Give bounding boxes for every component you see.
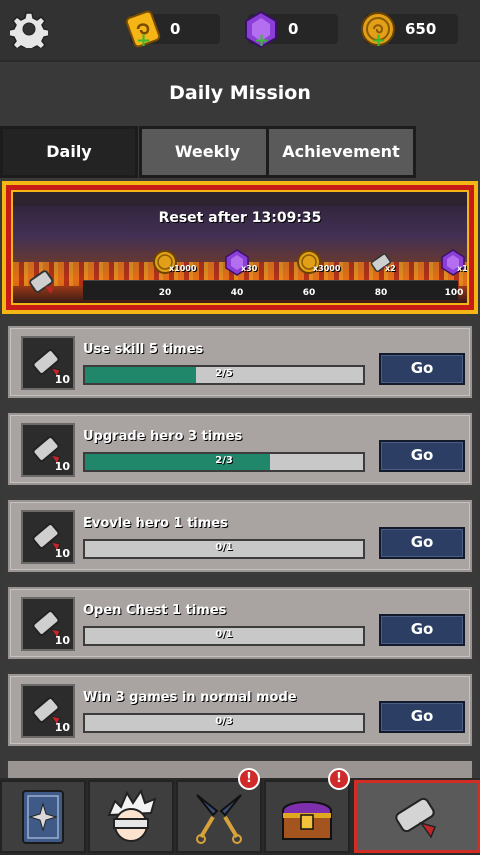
milestone-chest[interactable]: x100 (439, 248, 467, 276)
mission-reward-count: 10 (54, 721, 70, 734)
mission-card-body: 10 Evovle hero 1 times 0/1 Go (10, 502, 470, 570)
go-button[interactable]: Go (379, 527, 465, 559)
milestone-chest[interactable]: x30 (223, 248, 257, 276)
nav-hero[interactable] (88, 780, 174, 853)
scroll-ticket-icon: + (122, 8, 164, 50)
banner-strip (13, 192, 467, 206)
milestone-threshold: 40 (230, 288, 244, 298)
mission-progress-bar: 0/1 (83, 626, 365, 646)
mission-card: 10 Open Chest 1 times 0/1 Go (5, 584, 475, 662)
mission-label: Upgrade hero 3 times (83, 429, 243, 444)
gem-counter[interactable]: + 0 (245, 10, 338, 50)
mission-progress-text: 0/1 (215, 542, 233, 553)
gold-coin-icon: + (357, 8, 399, 50)
mission-card-body: 10 Use skill 5 times 2/5 Go (10, 328, 470, 396)
scroll-icon (395, 797, 437, 839)
page-title: Daily Mission (169, 82, 311, 104)
milestone-threshold: 100 (444, 288, 464, 298)
mission-progress-bar: 0/1 (83, 539, 365, 559)
gold-value: 650 (405, 20, 437, 38)
mission-reward-count: 10 (54, 547, 70, 560)
mission-label: Open Chest 1 times (83, 603, 227, 618)
gem-value: 0 (288, 20, 299, 38)
tab-achievement[interactable]: Achievement (266, 126, 416, 178)
mission-card: 10 Use skill 5 times 2/5 Go (5, 323, 475, 401)
treasure-chest-icon (282, 800, 332, 840)
top-bar: + 0 + 0 + 650 (0, 0, 480, 60)
mission-reward-box: 10 (21, 336, 75, 390)
mission-reward-box: 10 (21, 684, 75, 738)
go-button[interactable]: Go (379, 440, 465, 472)
milestone-reward-amount: x3000 (313, 264, 341, 273)
milestone-reward-amount: x30 (241, 264, 258, 273)
mission-label: Use skill 5 times (83, 342, 204, 357)
go-button[interactable]: Go (379, 614, 465, 646)
mission-reward-box: 10 (21, 510, 75, 564)
milestone-reward-amount: x100 (457, 264, 468, 273)
mission-card-body: 10 Open Chest 1 times 0/1 Go (10, 589, 470, 657)
mission-card: 10 Upgrade hero 3 times 2/3 Go (5, 410, 475, 488)
milestone-chest[interactable]: x3000 (295, 248, 340, 276)
milestone-threshold: 20 (158, 288, 172, 298)
mission-reward-box: 10 (21, 597, 75, 651)
add-plus-icon[interactable]: + (136, 32, 151, 50)
scroll-ticket-counter[interactable]: + 0 (125, 10, 220, 50)
milestone-threshold: 80 (374, 288, 388, 298)
milestone-reward-amount: x2 (385, 264, 396, 273)
mission-card: 10 Win 3 games in normal mode 0/3 Go (5, 671, 475, 749)
add-plus-icon[interactable]: + (371, 32, 386, 50)
mission-progress-bar: 0/3 (83, 713, 365, 733)
settings-gear-icon[interactable] (8, 10, 50, 54)
mission-reward-count: 10 (54, 373, 70, 386)
kunai-icon (196, 793, 242, 844)
milestone-chest[interactable]: x1000 (151, 248, 196, 276)
mission-label: Evovle hero 1 times (83, 516, 228, 531)
mission-reward-count: 10 (54, 634, 70, 647)
milestone-threshold: 60 (302, 288, 316, 298)
banner-background: Reset after 13:09:35 x1000 x30 x3000 x2 … (11, 190, 469, 305)
mission-card: 10 Evovle hero 1 times 0/1 Go (5, 497, 475, 575)
divider (0, 60, 480, 62)
mission-progress-text: 0/3 (215, 716, 233, 727)
purple-gem-icon: + (240, 8, 282, 50)
shuriken-card-icon (22, 789, 64, 844)
scroll-icon (25, 264, 59, 298)
milestone-reward-amount: x1000 (169, 264, 197, 273)
reward-progress-banner: Reset after 13:09:35 x1000 x30 x3000 x2 … (2, 181, 478, 314)
mission-progress-bar: 2/5 (83, 365, 365, 385)
go-button[interactable]: Go (379, 353, 465, 385)
nav-weapons[interactable]: ! (176, 768, 262, 853)
mission-reward-count: 10 (54, 460, 70, 473)
tab-daily[interactable]: Daily (0, 126, 138, 178)
reset-timer: Reset after 13:09:35 (158, 210, 322, 226)
alert-badge: ! (328, 768, 350, 790)
go-button[interactable]: Go (379, 701, 465, 733)
nav-missions[interactable] (354, 780, 480, 853)
points-progress-track (83, 280, 458, 300)
nav-shop[interactable]: ! (264, 768, 350, 853)
milestone-chest[interactable]: x2 (367, 248, 396, 276)
scroll-ticket-value: 0 (170, 20, 181, 38)
tab-weekly[interactable]: Weekly (139, 126, 276, 178)
add-plus-icon[interactable]: + (254, 32, 269, 50)
bottom-nav: ! ! (0, 768, 480, 855)
mission-progress-text: 2/5 (215, 368, 233, 379)
mission-progress-text: 0/1 (215, 629, 233, 640)
nav-cards[interactable] (0, 780, 86, 853)
mission-reward-box: 10 (21, 423, 75, 477)
ninja-hero-icon (107, 788, 157, 842)
mission-card-body: 10 Win 3 games in normal mode 0/3 Go (10, 676, 470, 744)
alert-badge: ! (238, 768, 260, 790)
mission-progress-bar: 2/3 (83, 452, 365, 472)
mission-progress-text: 2/3 (215, 455, 233, 466)
gold-counter[interactable]: + 650 (361, 12, 458, 50)
mission-label: Win 3 games in normal mode (83, 690, 297, 705)
mission-card-body: 10 Upgrade hero 3 times 2/3 Go (10, 415, 470, 483)
